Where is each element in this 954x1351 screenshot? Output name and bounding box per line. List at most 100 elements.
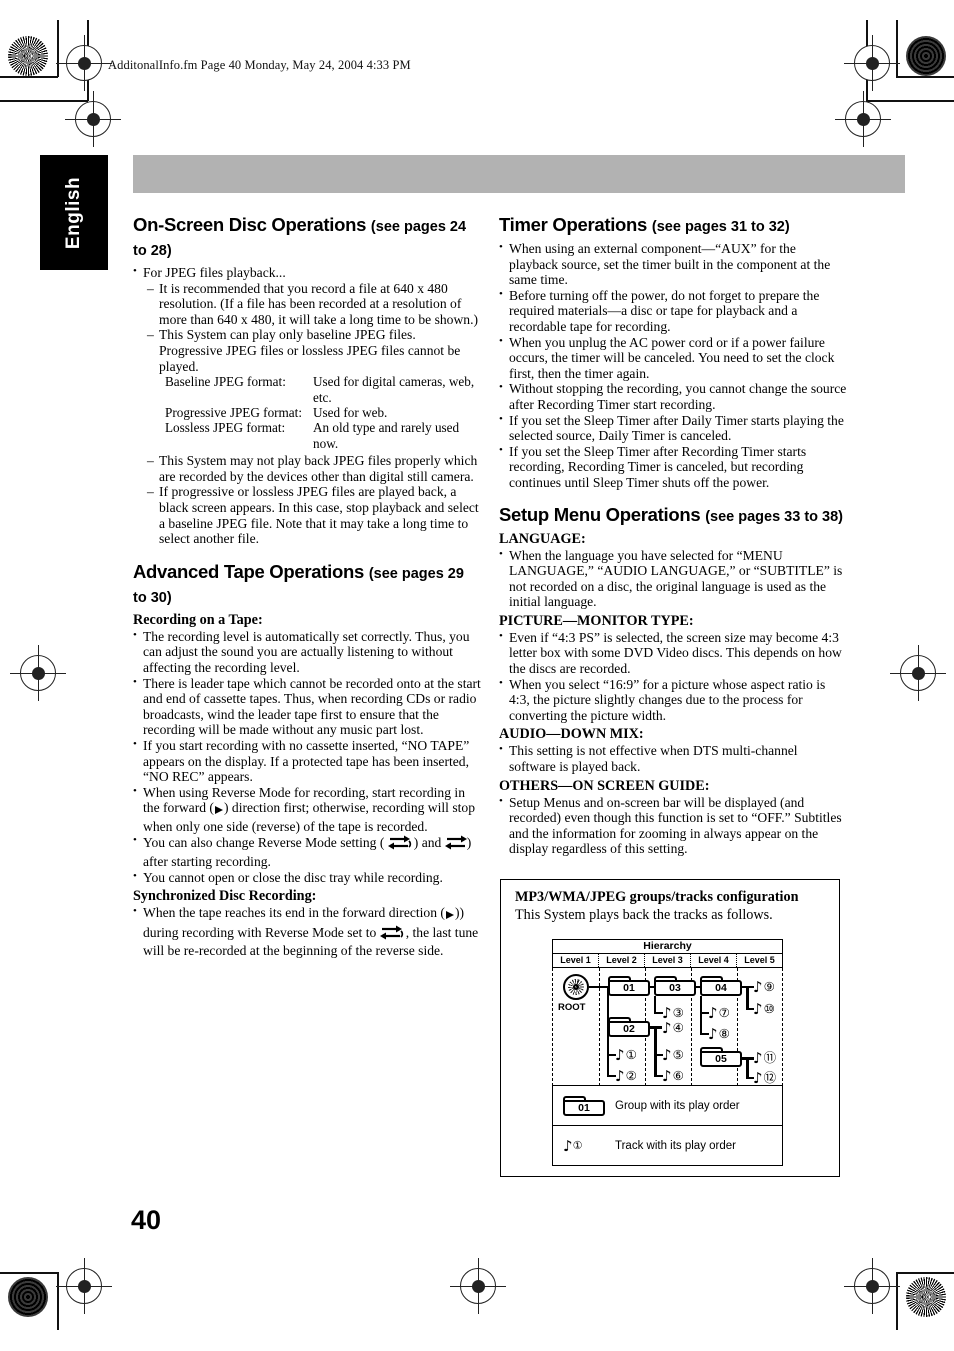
manual-page: AdditonalInfo.fm Page 40 Monday, May 24,… bbox=[0, 0, 954, 1351]
list-item: When you select “16:9” for a picture who… bbox=[499, 676, 847, 724]
file-header-line: AdditonalInfo.fm Page 40 Monday, May 24,… bbox=[108, 58, 411, 72]
hierarchy-level-row: Level 1 Level 2 Level 3 Level 4 Level 5 bbox=[552, 953, 783, 968]
crop-line-bottom-right-v bbox=[896, 1272, 898, 1330]
legend-row-group: 01 Group with its play order bbox=[553, 1086, 782, 1125]
list-item: If progressive or lossless JPEG files ar… bbox=[147, 484, 481, 546]
heading-text: Setup Menu Operations bbox=[499, 503, 701, 525]
registration-mark-bottom-left bbox=[56, 1258, 112, 1314]
legend-group-text: Group with its play order bbox=[615, 1099, 740, 1112]
language-list: When the language you have selected for … bbox=[499, 546, 847, 610]
density-patch-bottom-left bbox=[8, 1277, 48, 1317]
density-patch-top-right bbox=[906, 36, 946, 76]
jpeg-format-table: Baseline JPEG format: Used for digital c… bbox=[165, 374, 481, 451]
table-row: Baseline JPEG format: Used for digital c… bbox=[165, 374, 481, 405]
list-item: This setting is not effective when DTS m… bbox=[499, 742, 847, 774]
heading-page-ref: (see pages 33 to 38) bbox=[705, 508, 844, 525]
spine-level5-top bbox=[746, 986, 749, 1010]
legend-track-icon-wrap: ♪ ① bbox=[563, 1137, 615, 1155]
format-name: Progressive JPEG format: bbox=[165, 404, 302, 420]
registration-mark-bottom-center bbox=[450, 1258, 506, 1314]
list-item-change-setting: You can also change Reverse Mode setting… bbox=[133, 833, 481, 869]
music-note-icon: ♪ bbox=[563, 1136, 573, 1155]
reverse-mode-once-icon bbox=[379, 924, 406, 944]
format-desc: An old type and rarely used now. bbox=[313, 420, 460, 451]
play-forward-icon bbox=[214, 803, 224, 819]
format-name: Lossless JPEG format: bbox=[165, 420, 286, 436]
list-item: When the language you have selected for … bbox=[499, 546, 847, 610]
reverse-mode-continuous-icon bbox=[444, 834, 467, 854]
spine-group-04 bbox=[700, 996, 702, 1035]
picture-monitor-list: Even if “4:3 PS” is selected, the screen… bbox=[499, 629, 847, 724]
on-screen-guide-list: Setup Menus and on-screen bar will be di… bbox=[499, 794, 847, 857]
track-item-9: ♪⑨ bbox=[753, 978, 775, 996]
list-item: There is leader tape which cannot be rec… bbox=[133, 675, 481, 738]
hierarchy-diagram: ROOT 01 02 ♪① ♪② 03 ♪③ ♪④ ♪⑤ ♪⑥ 04 ♪⑦ ♪⑧… bbox=[552, 968, 783, 1086]
music-note-icon: ♪ bbox=[615, 1046, 625, 1064]
text-part: You can also change Reverse Mode setting… bbox=[143, 835, 385, 851]
list-item-synchronized: When the tape reaches its end in the for… bbox=[133, 904, 481, 959]
section-banner bbox=[133, 155, 905, 193]
crop-line-top-right-v bbox=[896, 20, 898, 77]
mp3-box-subtitle: This System plays back the tracks as fol… bbox=[515, 907, 773, 923]
music-note-icon: ♪ bbox=[753, 1049, 763, 1067]
track-item-4: ♪④ bbox=[662, 1020, 684, 1036]
track-order: ⑩ bbox=[763, 1001, 775, 1016]
synchronized-recording-list: When the tape reaches its end in the for… bbox=[133, 904, 481, 959]
track-order: ① bbox=[625, 1047, 637, 1062]
heading-text: Timer Operations bbox=[499, 214, 648, 235]
recording-tape-list: The recording level is automatically set… bbox=[133, 628, 481, 886]
text-part: When the tape reaches its end in the for… bbox=[143, 905, 445, 921]
level-header-4: Level 4 bbox=[690, 954, 736, 967]
group-folder-02: 02 bbox=[608, 1017, 650, 1037]
track-order: ⑨ bbox=[763, 979, 775, 994]
list-item: Setup Menus and on-screen bar will be di… bbox=[499, 794, 847, 857]
registration-mark-top-left bbox=[56, 35, 112, 91]
heading-on-screen-disc-operations: On-Screen Disc Operations (see pages 24 … bbox=[133, 214, 481, 262]
track-item-12: ♪⑫ bbox=[753, 1071, 776, 1086]
hierarchy-table: Hierarchy Level 1 Level 2 Level 3 Level … bbox=[552, 939, 783, 1086]
jpeg-playback-list: For JPEG files playback... bbox=[133, 264, 481, 281]
spine-group-02-level3 bbox=[654, 1026, 657, 1077]
track-order: ② bbox=[625, 1068, 637, 1083]
group-folder-01: 01 bbox=[608, 976, 650, 996]
list-item: It is recommended that you record a file… bbox=[147, 281, 481, 328]
crop-line-bottom-left-v bbox=[57, 1272, 59, 1330]
crop-line-bottom-right-h bbox=[896, 1272, 954, 1274]
track-order: ④ bbox=[672, 1020, 684, 1035]
list-item: If you set the Sleep Timer after Daily T… bbox=[499, 412, 847, 444]
track-item-11: ♪⑪ bbox=[753, 1049, 776, 1067]
crop-line-top-left-v bbox=[57, 20, 59, 77]
language-side-tab-label: English bbox=[63, 176, 84, 249]
legend-group-id: 01 bbox=[563, 1099, 605, 1116]
group-folder-03: 03 bbox=[654, 976, 696, 996]
music-note-icon: ♪ bbox=[753, 978, 763, 996]
registration-mark-top-right-2 bbox=[835, 91, 891, 147]
page-number: 40 bbox=[131, 1205, 162, 1235]
list-item: When using an external component—“AUX” f… bbox=[499, 240, 847, 288]
list-item: This System can play only baseline JPEG … bbox=[147, 327, 481, 374]
registration-mark-left-mid bbox=[10, 645, 66, 701]
group-id: 04 bbox=[700, 980, 742, 996]
list-item-reverse-mode: When using Reverse Mode for recording, s… bbox=[133, 784, 481, 835]
list-item: When you unplug the AC power cord or if … bbox=[499, 334, 847, 382]
music-note-icon: ♪ bbox=[662, 1067, 672, 1085]
track-order: ⑥ bbox=[672, 1068, 684, 1083]
crop-line-top-right-h2 bbox=[866, 100, 954, 102]
group-folder-icon: 01 bbox=[563, 1095, 605, 1116]
track-item-7: ♪⑦ bbox=[708, 1006, 730, 1021]
play-forward-icon bbox=[445, 908, 455, 924]
track-order: ⑤ bbox=[672, 1047, 684, 1062]
format-name: Baseline JPEG format: bbox=[165, 374, 286, 390]
list-item: Without stopping the recording, you cann… bbox=[499, 380, 847, 412]
subheading-language: LANGUAGE: bbox=[499, 530, 586, 547]
crop-line-top-left-h2 bbox=[0, 100, 88, 102]
subheading-synchronized-disc-recording: Synchronized Disc Recording: bbox=[133, 888, 317, 905]
list-item: The recording level is automatically set… bbox=[133, 628, 481, 676]
group-folder-05: 05 bbox=[700, 1047, 742, 1067]
subheading-picture-monitor-type: PICTURE—MONITOR TYPE: bbox=[499, 612, 694, 629]
heading-text: Advanced Tape Operations bbox=[133, 560, 364, 582]
crop-line-bottom-left-h bbox=[0, 1272, 58, 1274]
registration-mark-top-left-2 bbox=[65, 91, 121, 147]
root-disc-icon bbox=[563, 974, 589, 1000]
registration-mark-bottom-right bbox=[844, 1258, 900, 1314]
